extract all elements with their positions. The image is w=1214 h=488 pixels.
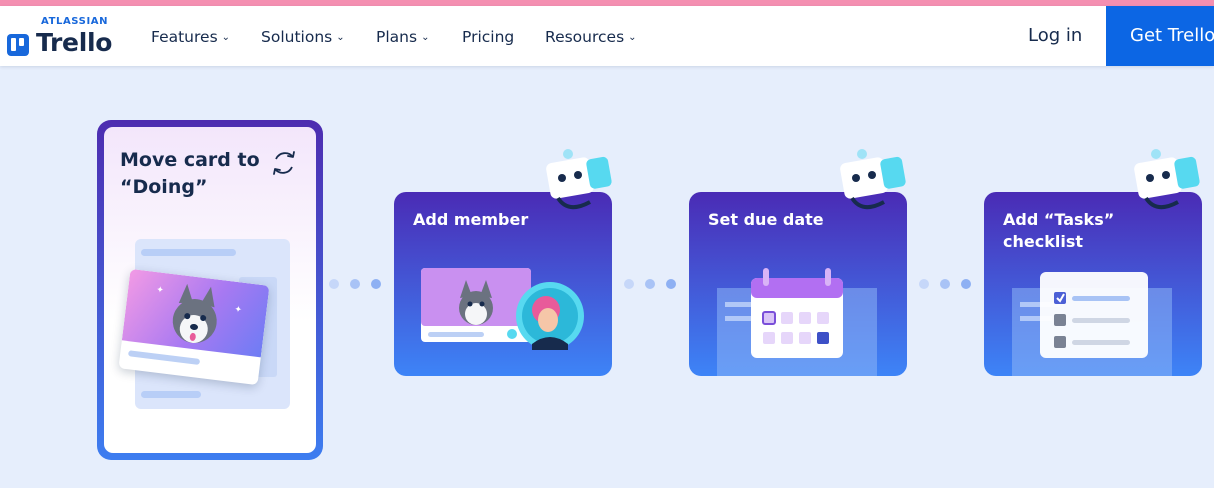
nav-pricing-label: Pricing: [462, 28, 515, 46]
nav-plans-label: Plans: [376, 28, 418, 46]
robot-mascot-icon: [1134, 149, 1200, 210]
husky-card: ✦ ✦: [118, 268, 270, 386]
nav-resources[interactable]: Resources ⌄: [545, 28, 637, 46]
chevron-down-icon: ⌄: [221, 31, 231, 43]
sync-icon: [273, 151, 295, 175]
connector-dots: [624, 279, 684, 291]
nav-solutions[interactable]: Solutions ⌄: [261, 28, 345, 46]
step-card-add-checklist: Add “Tasks” checklist: [984, 192, 1202, 376]
trello-logo[interactable]: ATLASSIAN Trello: [7, 16, 127, 60]
login-link[interactable]: Log in: [1028, 25, 1082, 46]
chevron-down-icon: ⌄: [336, 31, 345, 43]
step-card-set-due-date: Set due date: [689, 192, 907, 376]
svg-text:✦: ✦: [234, 305, 243, 316]
chevron-down-icon: ⌄: [421, 31, 430, 43]
svg-text:✦: ✦: [156, 285, 165, 296]
chevron-down-icon: ⌄: [628, 31, 637, 43]
trello-board-icon: [7, 34, 29, 56]
trigger-card-inner: Move card to “Doing” ✦ ✦: [104, 127, 316, 453]
atlassian-wordmark: ATLASSIAN: [41, 16, 109, 27]
nav-features[interactable]: Features ⌄: [151, 28, 230, 46]
nav-pricing[interactable]: Pricing: [462, 28, 514, 46]
trigger-card: Move card to “Doing” ✦ ✦: [97, 120, 323, 460]
step-card-add-member: Add member: [394, 192, 612, 376]
calendar-illustration: [717, 268, 877, 376]
top-navigation: ATLASSIAN Trello Features ⌄ Solutions ⌄ …: [0, 6, 1214, 66]
nav-plans[interactable]: Plans ⌄: [376, 28, 429, 46]
nav-resources-label: Resources: [545, 28, 625, 46]
connector-dots: [919, 279, 979, 291]
trello-wordmark: Trello: [36, 28, 113, 57]
checklist-illustration: [1012, 272, 1172, 376]
trigger-card-title: Move card to “Doing”: [120, 149, 260, 198]
member-illustration: [421, 268, 584, 350]
get-trello-button[interactable]: Get Trello: [1106, 6, 1214, 66]
nav-features-label: Features: [151, 28, 218, 46]
robot-mascot-icon: [840, 149, 906, 210]
connector-dots: [329, 279, 389, 291]
robot-mascot-icon: [546, 149, 612, 210]
nav-solutions-label: Solutions: [261, 28, 333, 46]
